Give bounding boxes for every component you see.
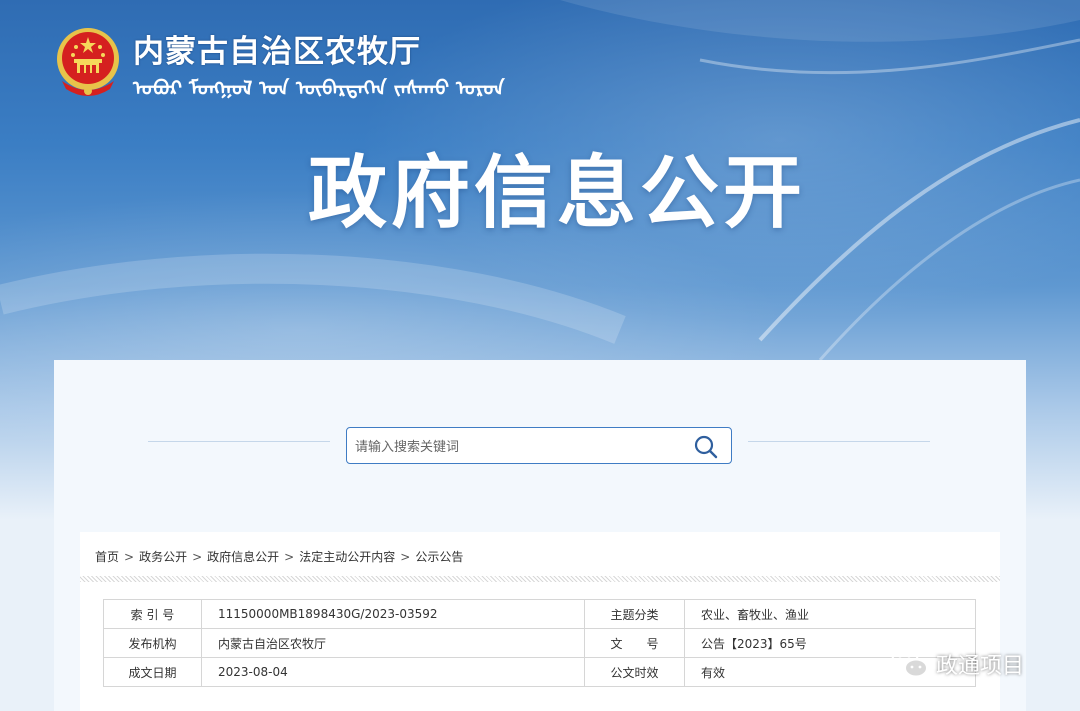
label-topic: 主题分类 <box>584 599 685 629</box>
search-input[interactable] <box>353 434 677 460</box>
label-doc-number: 文 号 <box>584 628 685 658</box>
content-area: 首页 > 政务公开 > 政府信息公开 > 法定主动公开内容 > 公示公告 索 引 号 11150… <box>80 532 1000 711</box>
value-date: 2023-08-04 <box>201 657 585 687</box>
label-index-number: 索 引 号 <box>103 599 202 629</box>
table-row: 发布机构 内蒙古自治区农牧厅 文 号 公告【2023】65号 <box>103 628 976 658</box>
breadcrumb-separator: > <box>400 550 411 564</box>
breadcrumb-info-disclosure[interactable]: 政府信息公开 <box>207 550 279 564</box>
breadcrumb-separator: > <box>124 550 135 564</box>
banner-title: 政府信息公开 <box>308 147 806 239</box>
breadcrumb-separator: > <box>284 550 295 564</box>
search-box <box>346 427 732 464</box>
document-meta-table: 索 引 号 11150000MB1898430G/2023-03592 主题分类… <box>103 599 976 687</box>
label-date: 成文日期 <box>103 657 202 687</box>
breadcrumb-home[interactable]: 首页 <box>95 550 119 564</box>
value-publisher: 内蒙古自治区农牧厅 <box>201 628 585 658</box>
divider-left <box>148 441 330 442</box>
breadcrumb-separator: > <box>192 550 203 564</box>
watermark-text: 政通项目 <box>936 654 1025 679</box>
value-index-number: 11150000MB1898430G/2023-03592 <box>201 599 585 629</box>
table-row: 成文日期 2023-08-04 公文时效 有效 <box>103 657 976 687</box>
hatch-divider <box>80 576 1000 582</box>
national-emblem-icon <box>57 28 119 96</box>
wechat-icon <box>891 650 928 678</box>
table-row: 索 引 号 11150000MB1898430G/2023-03592 主题分类… <box>103 599 976 629</box>
breadcrumb-gov-affairs[interactable]: 政务公开 <box>139 550 187 564</box>
breadcrumb-statutory-content[interactable]: 法定主动公开内容 <box>299 550 395 564</box>
breadcrumb-announcements[interactable]: 公示公告 <box>415 550 463 564</box>
breadcrumb: 首页 > 政务公开 > 政府信息公开 > 法定主动公开内容 > 公示公告 <box>95 548 463 565</box>
value-topic: 农业、畜牧业、渔业 <box>684 599 976 629</box>
search-icon <box>694 435 718 459</box>
agency-name-mongolian: ᠣᠪᠣᠷ ᠮᠣᠩᠭᠣᠯ ᠤᠨ ᠥᠪᠡᠷᠲᠡᠭᠡᠨ ᠵᠠᠰᠠᠬᠤ ᠣᠷᠣᠨ <box>133 76 505 100</box>
label-validity: 公文时效 <box>584 657 685 687</box>
divider-right <box>748 441 930 442</box>
label-publisher: 发布机构 <box>103 628 202 658</box>
search-button[interactable] <box>693 434 719 460</box>
agency-name: 内蒙古自治区农牧厅 <box>133 34 421 70</box>
watermark: 政通项目 <box>890 648 1024 680</box>
